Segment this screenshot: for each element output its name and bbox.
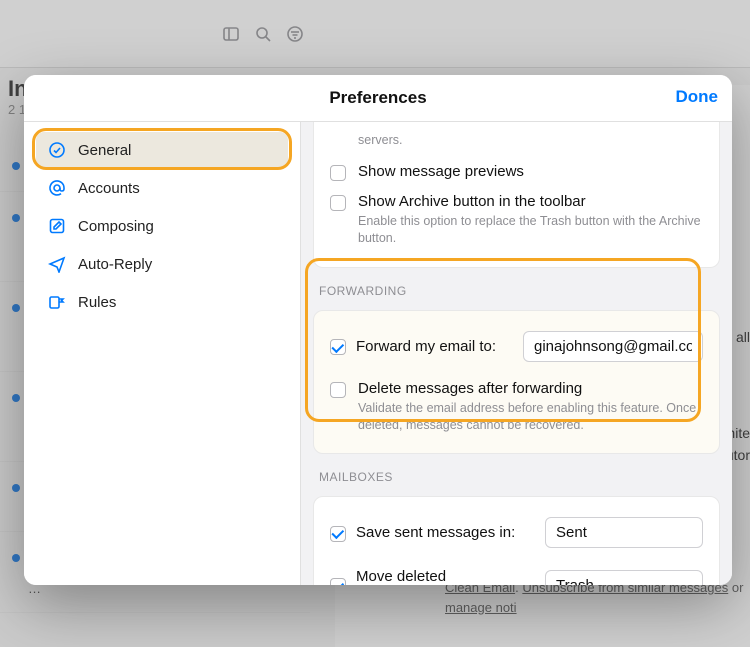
- sidebar-item-autoreply[interactable]: Auto-Reply: [36, 246, 288, 282]
- at-icon: [48, 179, 66, 197]
- preferences-sidebar: General Accounts Composing Auto-Reply: [24, 122, 301, 585]
- label-move-deleted: Move deleted messages to:: [356, 568, 506, 585]
- compose-icon: [48, 217, 66, 235]
- sidebar-item-label: Rules: [78, 294, 116, 311]
- sidebar-item-label: Accounts: [78, 180, 140, 197]
- rules-icon: [48, 293, 66, 311]
- sidebar-item-label: General: [78, 142, 131, 159]
- modal-title: Preferences: [329, 88, 426, 108]
- sidebar-item-composing[interactable]: Composing: [36, 208, 288, 244]
- checkbox-save-sent[interactable]: [330, 526, 346, 542]
- checkbox-show-archive[interactable]: [330, 195, 346, 211]
- label-forward-email: Forward my email to:: [356, 338, 496, 355]
- checkbox-move-deleted[interactable]: [330, 578, 346, 585]
- preferences-modal: Preferences Done General Accounts: [24, 75, 732, 585]
- sidebar-item-label: Composing: [78, 218, 154, 235]
- modal-header: Preferences Done: [24, 75, 732, 122]
- card-forwarding: Forward my email to: Delete messages aft…: [313, 310, 720, 455]
- servers-fragment: servers.: [358, 132, 703, 149]
- section-header-mailboxes: MAILBOXES: [319, 470, 716, 484]
- label-save-sent: Save sent messages in:: [356, 524, 515, 541]
- label-delete-after-forward: Delete messages after forwarding: [358, 380, 703, 397]
- save-sent-select[interactable]: [545, 517, 703, 548]
- forward-email-input[interactable]: [523, 331, 703, 362]
- preferences-content[interactable]: servers. Show message previews Show Arch…: [301, 122, 732, 585]
- checkbox-delete-after-forward[interactable]: [330, 382, 346, 398]
- sidebar-item-label: Auto-Reply: [78, 256, 152, 273]
- label-show-previews: Show message previews: [358, 163, 703, 180]
- sidebar-item-accounts[interactable]: Accounts: [36, 170, 288, 206]
- sub-show-archive: Enable this option to replace the Trash …: [358, 213, 703, 247]
- checkbox-show-previews[interactable]: [330, 165, 346, 181]
- airplane-icon: [48, 255, 66, 273]
- move-deleted-select[interactable]: [545, 570, 703, 585]
- section-header-forwarding: FORWARDING: [319, 284, 716, 298]
- done-button[interactable]: Done: [676, 87, 719, 107]
- sub-delete-after-forward: Validate the email address before enabli…: [358, 400, 703, 434]
- check-circle-icon: [48, 141, 66, 159]
- label-show-archive: Show Archive button in the toolbar: [358, 193, 703, 210]
- sidebar-item-general[interactable]: General: [36, 132, 288, 168]
- card-mailboxes: Save sent messages in: Move deleted mess…: [313, 496, 720, 585]
- card-viewing: servers. Show message previews Show Arch…: [313, 122, 720, 268]
- checkbox-forward-email[interactable]: [330, 339, 346, 355]
- sidebar-item-rules[interactable]: Rules: [36, 284, 288, 320]
